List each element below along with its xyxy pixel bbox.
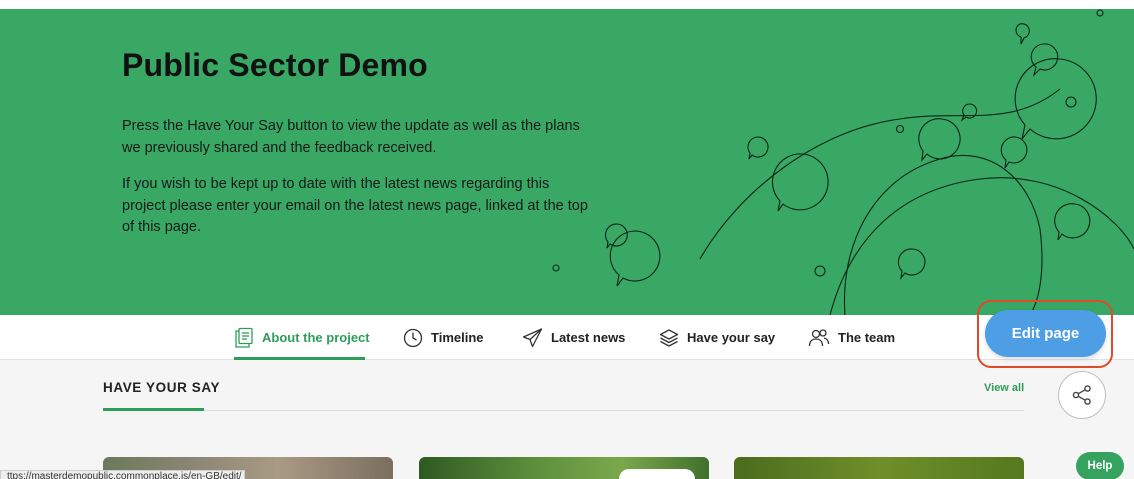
hero-banner: Public Sector Demo Press the Have Your S… <box>0 9 1134 315</box>
section-title: HAVE YOUR SAY <box>103 380 221 395</box>
tab-timeline[interactable]: Timeline <box>403 315 484 360</box>
browser-status-url: ttps://masterdemopublic.commonplace.is/e… <box>0 470 245 479</box>
top-strip <box>0 0 1134 9</box>
paper-plane-icon <box>522 327 543 347</box>
page: Public Sector Demo Press the Have Your S… <box>0 0 1134 479</box>
tab-label: Latest news <box>551 330 626 345</box>
layers-icon <box>659 328 679 347</box>
document-icon <box>235 327 253 348</box>
hero-paragraph-1: Press the Have Your Say button to view t… <box>122 118 580 156</box>
engagement-card-2[interactable] <box>419 457 709 479</box>
view-all-link[interactable]: View all <box>984 382 1024 394</box>
tab-label: Timeline <box>431 330 484 345</box>
page-title: Public Sector Demo <box>122 47 428 83</box>
tab-label: Have your say <box>687 330 776 345</box>
section-divider <box>103 410 1024 411</box>
engagement-card-3[interactable] <box>734 457 1024 479</box>
tab-the-team[interactable]: The team <box>808 315 895 360</box>
people-icon <box>808 328 830 346</box>
active-tab-indicator <box>234 357 365 360</box>
tab-have-your-say[interactable]: Have your say <box>659 315 775 360</box>
section-title-underline <box>103 408 204 411</box>
help-button[interactable]: Help <box>1076 452 1124 479</box>
share-button[interactable] <box>1058 371 1106 419</box>
card-badge <box>619 469 695 479</box>
clock-icon <box>403 328 423 347</box>
share-icon <box>1072 385 1091 405</box>
tab-label: About the project <box>262 330 370 345</box>
tab-latest-news[interactable]: Latest news <box>522 315 625 360</box>
project-nav: About the project Timeline Latest news H… <box>0 315 1134 360</box>
edit-page-button[interactable]: Edit page <box>985 310 1106 357</box>
tab-label: The team <box>838 330 896 345</box>
tab-about-the-project[interactable]: About the project <box>234 315 370 360</box>
hero-paragraph-2: If you wish to be kept up to date with t… <box>122 176 588 235</box>
